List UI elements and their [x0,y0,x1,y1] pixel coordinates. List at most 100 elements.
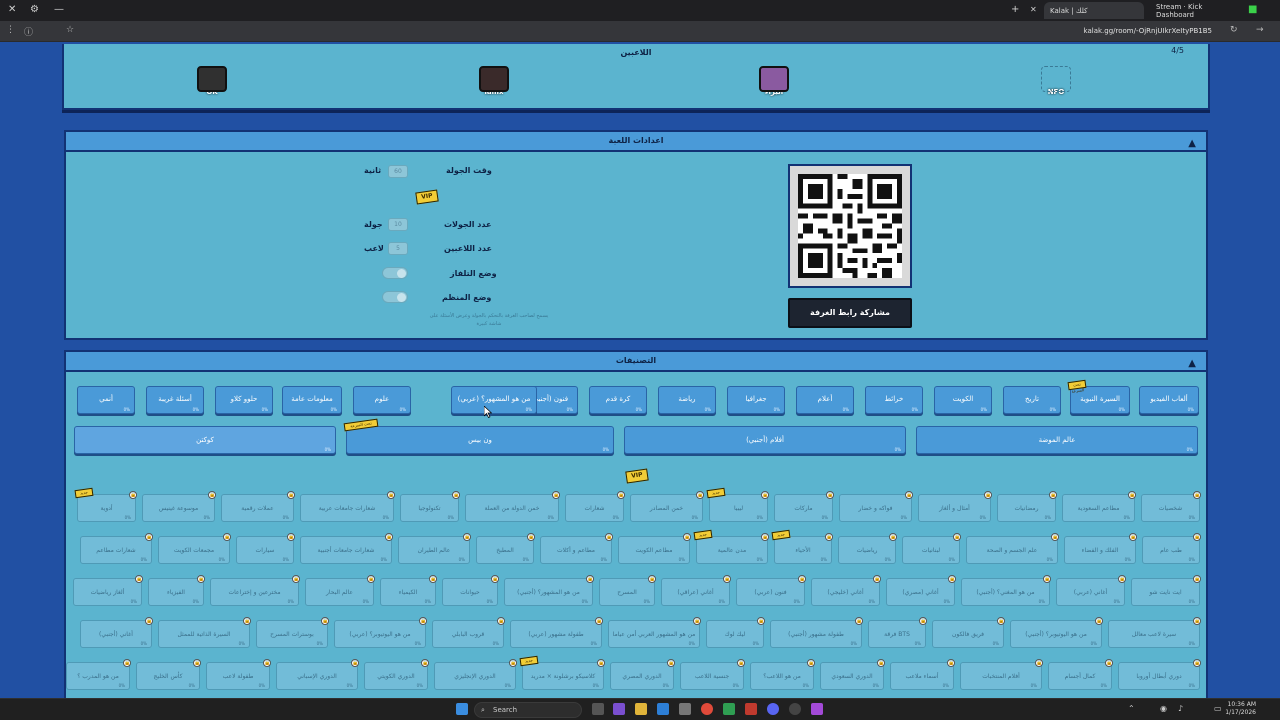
category-button[interactable]: الكيمياء 0% 🔒 [380,575,437,606]
host-mode-toggle[interactable] [382,291,408,303]
close-window-icon[interactable]: ✕ [8,3,16,17]
chrome-browser-icon[interactable] [701,703,713,715]
category-button[interactable]: الدوري الإسباني 0% 🔒 [276,659,359,690]
category-button[interactable]: مخترعين و إختراعات 0% 🔒 [210,575,300,606]
info-icon[interactable]: ⓘ [24,25,33,38]
rounds-input[interactable]: 10 [388,218,408,231]
windows-start-icon[interactable] [456,703,468,715]
category-button[interactable]: أنمي 0% [77,386,135,414]
category-button[interactable]: الدوري السعودي 0% 🔒 [820,659,885,690]
players-count-input[interactable]: 5 [388,242,408,255]
category-button[interactable]: من هو المشهور العربي أمن عياما 0% 🔒 [608,617,701,648]
category-button[interactable]: مطاعم السعودية 0% 🔒 [1062,491,1136,522]
tab-kick-dashboard[interactable]: Stream · Kick Dashboard [1150,2,1244,19]
category-button[interactable]: أغاني (عراقي) 0% 🔒 [661,575,731,606]
category-button[interactable]: أمثال و ألغاز 0% 🔒 [918,491,992,522]
category-button[interactable]: أسئلة غريبة 0% [146,386,204,414]
category-button[interactable]: سيرة لاعب معالل 0% 🔒 [1108,617,1201,648]
category-button[interactable]: فنون (عربي) 0% 🔒 [736,575,806,606]
category-button[interactable]: رمضانيات 0% 🔒 [997,491,1057,522]
new-tab-icon[interactable]: + [1011,3,1019,17]
bookmark-star-icon[interactable]: ☆ [66,25,74,35]
category-button[interactable]: لبنانيات 0% 🔒 [902,533,961,564]
category-button[interactable]: من هو المشهور؟ (أجنبي) 0% 🔒 [504,575,594,606]
round-time-input[interactable]: 60 [388,165,408,178]
category-button[interactable]: ألغاز رياضيات 0% 🔒 [73,575,143,606]
taskbar-search[interactable]: ⌕ Search [474,702,582,718]
category-button[interactable]: عالم الطيران 0% 🔒 [398,533,471,564]
category-button[interactable]: خمن المصادر 0% 🔒 [630,491,704,522]
tv-mode-toggle[interactable] [382,267,408,279]
category-button[interactable]: طفولة لاعب 0% 🔒 [206,659,271,690]
category-button[interactable]: ألعاب الفيديو 0% [1139,386,1199,414]
category-button[interactable]: حيوانات 0% 🔒 [442,575,499,606]
category-button[interactable]: كلاسيكو برشلونة × مدريد 0% 🔒 جديد [519,655,605,690]
category-button[interactable]: طب عام 0% 🔒 [1142,533,1201,564]
category-button[interactable]: مطاعم الكويت 0% 🔒 [618,533,691,564]
category-button[interactable]: موسوعة غينيس 0% 🔒 [142,491,216,522]
category-button[interactable]: كوكتن 0% [74,426,336,454]
app-red-icon[interactable] [745,703,757,715]
category-button[interactable]: أسماء ملاعب 0% 🔒 [890,659,955,690]
category-button[interactable]: جنسية اللاعب 0% 🔒 [680,659,745,690]
category-button[interactable]: علم الجسم و الصحة 0% 🔒 [966,533,1059,564]
speaker-icon[interactable]: ♪ [1178,704,1183,713]
category-button[interactable]: أغاني (أجنبي) 0% 🔒 [80,617,153,648]
category-button[interactable]: فريق فالكون 0% 🔒 [932,617,1005,648]
category-button[interactable]: قروب البابلي 0% 🔒 [432,617,505,648]
category-button[interactable]: عالم الموضة 0% [916,426,1198,454]
category-button[interactable]: أدوية 0% 🔒 جديد [74,487,137,522]
category-button[interactable]: عملات رقمية 0% 🔒 [221,491,295,522]
category-button[interactable]: الدوري المصري 0% 🔒 [610,659,675,690]
category-button[interactable]: جغرافيا 0% [727,386,785,414]
category-button[interactable]: المسرح 0% 🔒 [599,575,656,606]
share-room-link-button[interactable]: مشاركة رابط الغرفة [788,298,912,328]
collapse-caret-icon[interactable]: ▲ [1188,135,1196,153]
category-button[interactable]: من هو المشهور؟ (عربي) 0% [451,386,537,414]
category-button[interactable]: شعارات 0% 🔒 [565,491,625,522]
category-button[interactable]: أغاني (مصري) 0% 🔒 [886,575,956,606]
taskbar-clock[interactable]: 10:36 AM 1/17/2026 [1225,701,1256,717]
category-button[interactable]: أغاني (خليجي) 0% 🔒 [811,575,881,606]
category-button[interactable]: شعارات جامعات عربية 0% 🔒 [300,491,395,522]
category-button[interactable]: حلوو كلاو 0% [215,386,273,414]
display-icon[interactable]: ▭ [1214,704,1222,713]
category-button[interactable]: معلومات عامة 0% [282,386,342,414]
category-button[interactable]: فرقة BTS 0% 🔒 [868,617,927,648]
category-button[interactable]: أغاني (عربي) 0% 🔒 [1056,575,1126,606]
obs-icon[interactable] [789,703,801,715]
category-button[interactable]: المطبخ 0% 🔒 [476,533,535,564]
category-button[interactable]: خمن الدولة من العملة 0% 🔒 [465,491,560,522]
app-purple-icon[interactable] [811,703,823,715]
back-arrow-icon[interactable]: → [1256,25,1264,35]
category-button[interactable]: الأحياء 0% 🔒 جديد [771,529,833,564]
category-button[interactable]: أعلام 0% [796,386,854,414]
category-button[interactable]: كأس الخليج 0% 🔒 [136,659,201,690]
category-button[interactable]: دوري أبطال أوروبا 0% 🔒 [1118,659,1201,690]
reload-icon[interactable]: ↻ [1230,25,1238,35]
category-button[interactable]: خرائط 0% [865,386,923,414]
category-button[interactable]: ون بيس 0% تحت السرعة [343,418,614,454]
category-button[interactable]: فواكه و خضار 0% 🔒 [839,491,913,522]
task-view-icon[interactable] [592,703,604,715]
file-explorer-icon[interactable] [635,703,647,715]
category-button[interactable]: مجمعات الكويت 0% 🔒 [158,533,231,564]
category-button[interactable]: بوسترات المسرح 0% 🔒 [256,617,329,648]
network-icon[interactable]: ◉ [1160,704,1167,713]
category-button[interactable]: شخصيات 0% 🔒 [1141,491,1201,522]
category-button[interactable]: الفلك و الفضاء 0% 🔒 [1064,533,1137,564]
category-button[interactable]: ماركات 0% 🔒 [774,491,834,522]
discord-icon[interactable] [767,703,779,715]
category-button[interactable]: شعارات مطاعم 0% 🔒 [80,533,153,564]
category-button[interactable]: سيارات 0% 🔒 [236,533,295,564]
category-button[interactable]: ليك لوك 0% 🔒 [706,617,765,648]
category-button[interactable]: من هو اليوتيوبر؟ (أجنبي) 0% 🔒 [1010,617,1103,648]
settings-icon[interactable]: ⚙ [30,3,39,17]
category-button[interactable]: ايت نايت شو 0% 🔒 [1131,575,1201,606]
category-button[interactable]: طفولة مشهور (عربي) 0% 🔒 [510,617,603,648]
tab-kalak[interactable]: Kalak | كلك [1044,2,1144,19]
category-button[interactable]: الكويت 0% [934,386,992,414]
category-button[interactable]: من هو اللاعب؟ 0% 🔒 [750,659,815,690]
tray-chevron-icon[interactable]: ⌃ [1128,704,1135,713]
category-button[interactable]: رياضة 0% [658,386,716,414]
